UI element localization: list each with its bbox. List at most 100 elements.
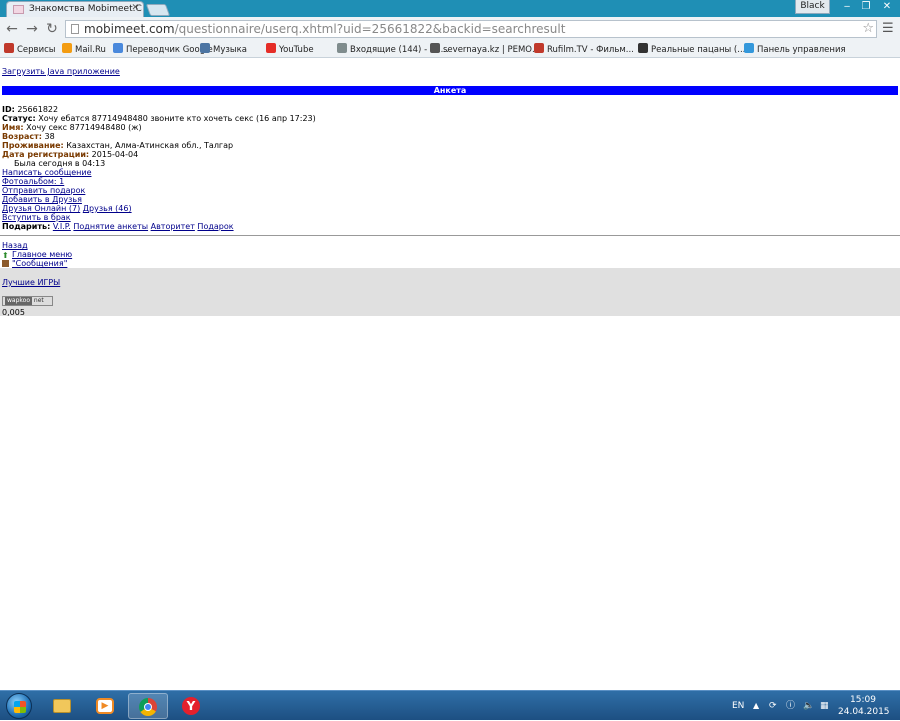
bookmark-item[interactable]: Mail.Ru <box>62 43 106 56</box>
back-arrow-icon[interactable]: ← <box>4 21 20 37</box>
gift-authority-link[interactable]: Авторитет <box>151 222 195 231</box>
bookmark-item[interactable]: Сервисы <box>4 43 55 56</box>
status-label: Статус: <box>2 114 36 123</box>
id-label: ID: <box>2 105 15 114</box>
add-friend-link[interactable]: Добавить в Друзья <box>2 195 82 204</box>
page-content: Загрузить Java приложение Анкета ID: 256… <box>0 58 900 690</box>
sync-icon[interactable]: ⟳ <box>769 691 777 721</box>
media-player-icon: ▶ <box>96 698 114 714</box>
messages-icon <box>2 260 9 267</box>
network-icon[interactable]: ▦ <box>820 691 829 721</box>
main-menu-link[interactable]: Главное меню <box>12 250 72 259</box>
bookmark-star-icon[interactable]: ☆ <box>862 21 874 36</box>
regdate-label: Дата регистрации: <box>2 150 90 159</box>
bookmark-item[interactable]: Реальные пацаны (... <box>638 43 745 56</box>
url-host: mobimeet.com <box>84 22 175 36</box>
start-button[interactable] <box>6 693 32 719</box>
show-hidden-icons-icon[interactable]: ▲ <box>753 691 759 721</box>
profile-button[interactable]: Black <box>795 0 830 14</box>
reload-icon[interactable]: ↻ <box>44 21 60 37</box>
profile-header: Анкета <box>2 86 898 95</box>
name-label: Имя: <box>2 123 24 132</box>
windows-logo-icon <box>14 701 26 713</box>
status-value: Хочу ебатся 87714948480 звоните кто хоче… <box>38 114 316 123</box>
chrome-taskbar-button[interactable] <box>128 693 168 719</box>
write-message-link[interactable]: Написать сообщение <box>2 168 92 177</box>
bookmark-item[interactable]: severnaya.kz | РЕМО... <box>430 43 540 56</box>
friends-online-link[interactable]: Друзья Онлайн (7) <box>2 204 80 213</box>
page-icon <box>71 24 79 34</box>
site-counter-badge[interactable]: wapkoo net <box>2 296 53 306</box>
chrome-icon <box>139 698 157 716</box>
bookmark-item[interactable]: Панель управления <box>744 43 846 56</box>
avatar-icon <box>638 43 648 53</box>
bookmark-label: Панель управления <box>757 45 846 55</box>
browser-toolbar: ← → ↻ mobimeet.com/questionnaire/userq.x… <box>0 17 900 41</box>
counter-suffix: net <box>33 297 44 304</box>
bookmark-label: severnaya.kz | РЕМО... <box>443 45 541 55</box>
friends-link[interactable]: Друзья (46) <box>83 204 132 213</box>
forward-arrow-icon[interactable]: → <box>24 21 40 37</box>
id-value: 25661822 <box>17 105 59 114</box>
bookmark-label: Реальные пацаны (... <box>651 45 746 55</box>
marry-link[interactable]: Вступить в брак <box>2 213 71 222</box>
messages-link[interactable]: "Сообщения" <box>12 259 67 268</box>
bookmark-item[interactable]: Переводчик Google <box>113 43 213 56</box>
restore-button[interactable]: ❐ <box>857 0 875 14</box>
yandex-icon: Y <box>182 697 200 715</box>
browser-title-bar: Знакомства Mobimeet.C ✕ Black ‒ ❐ ✕ <box>0 0 900 17</box>
film-icon <box>534 43 544 53</box>
divider <box>0 235 900 236</box>
page-icon <box>430 43 440 53</box>
bookmarks-bar: Сервисы Mail.Ru Переводчик Google Музыка You… <box>0 41 900 58</box>
system-clock[interactable]: 15:09 24.04.2015 <box>838 694 890 718</box>
best-games-link[interactable]: Лучшие ИГРЫ <box>2 278 60 287</box>
address-bar[interactable]: mobimeet.com/questionnaire/userq.xhtml?u… <box>65 20 877 38</box>
menu-icon[interactable]: ☰ <box>882 21 894 36</box>
close-window-button[interactable]: ✕ <box>876 0 898 14</box>
arrow-up-icon: ⬆ <box>2 251 9 260</box>
media-player-taskbar-button[interactable]: ▶ <box>85 693 125 719</box>
bookmark-item[interactable]: YouTube <box>266 43 314 56</box>
vk-icon <box>200 43 210 53</box>
send-gift-link[interactable]: Отправить подарок <box>2 186 85 195</box>
bookmark-label: Музыка <box>213 45 247 55</box>
youtube-icon <box>266 43 276 53</box>
bookmark-label: YouTube <box>279 45 314 55</box>
language-indicator[interactable]: EN <box>732 691 744 721</box>
gift-vip-link[interactable]: V.I.P. <box>53 222 71 231</box>
minimize-button[interactable]: ‒ <box>838 0 856 14</box>
regdate-value: 2015-04-04 <box>91 150 139 159</box>
new-tab-button[interactable] <box>145 4 171 16</box>
apps-icon <box>4 43 14 53</box>
back-link[interactable]: Назад <box>2 241 28 250</box>
residence-value: Казахстан, Алма-Атинская обл., Талгар <box>66 141 234 150</box>
bookmark-item[interactable]: Rufilm.TV - Фильм... <box>534 43 634 56</box>
yandex-taskbar-button[interactable]: Y <box>172 693 212 719</box>
bookmark-label: Mail.Ru <box>75 45 106 55</box>
clock-date: 24.04.2015 <box>838 707 890 717</box>
residence-label: Проживание: <box>2 141 64 150</box>
bookmark-label: Сервисы <box>17 45 56 55</box>
photo-album-link[interactable]: Фотоальбом: 1 <box>2 177 64 186</box>
java-app-link[interactable]: Загрузить Java приложение <box>2 67 120 76</box>
bookmark-item[interactable]: Музыка <box>200 43 247 56</box>
explorer-taskbar-button[interactable] <box>42 693 82 719</box>
volume-icon[interactable]: 🔈 <box>803 691 814 721</box>
browser-tab[interactable]: Знакомства Mobimeet.C ✕ <box>6 1 144 17</box>
generation-time: 0,005 <box>2 308 25 317</box>
counter-name: wapkoo <box>5 297 32 305</box>
gift-present-link[interactable]: Подарок <box>197 222 233 231</box>
name-value: Хочу секс 87714948480 (ж) <box>26 123 142 132</box>
gift-raise-link[interactable]: Поднятие анкеты <box>73 222 148 231</box>
last-seen: Была сегодня в 04:13 <box>14 159 106 168</box>
mail-icon <box>337 43 347 53</box>
bookmark-label: Rufilm.TV - Фильм... <box>547 45 634 55</box>
gift-label: Подарить: <box>2 222 51 231</box>
info-icon[interactable]: ⓘ <box>786 691 795 721</box>
mailru-icon <box>62 43 72 53</box>
tab-title: Знакомства Mobimeet.C <box>29 4 142 14</box>
tab-close-icon[interactable]: ✕ <box>131 3 139 13</box>
site-favicon-icon <box>13 5 24 14</box>
age-value: 38 <box>44 132 55 141</box>
